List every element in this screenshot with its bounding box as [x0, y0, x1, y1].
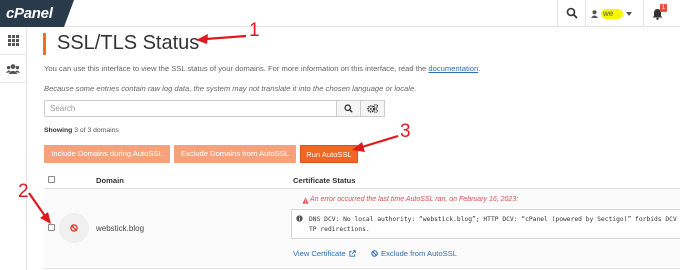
top-bar: cPanel we 1	[0, 0, 680, 27]
cpanel-logo[interactable]: cPanel	[0, 0, 74, 27]
external-link-icon	[349, 250, 356, 257]
certificate-status-column-header[interactable]: Certificate Status	[293, 176, 355, 185]
status-indicator	[59, 213, 89, 243]
showing-count: Showing 3 of 3 domains	[44, 127, 119, 134]
documentation-link[interactable]: documentation	[428, 64, 478, 73]
error-detail-box: DNS DCV: No local authority: “webstick.b…	[291, 209, 680, 239]
table-row: webstick.blog An error occurred the last…	[44, 189, 680, 269]
showing-value: 3 of 3 domains	[74, 127, 119, 134]
notifications-button[interactable]: 1	[652, 4, 667, 20]
page-description: You can use this interface to view the S…	[44, 64, 480, 73]
notification-badge: 1	[660, 4, 667, 12]
showing-label: Showing	[44, 127, 73, 134]
error-detail-text: DNS DCV: No local authority: “webstick.b…	[309, 216, 677, 233]
exclude-from-autossl-link[interactable]: Exclude from AutoSSL	[371, 249, 457, 258]
run-autossl-button[interactable]: Run AutoSSL	[300, 145, 358, 163]
row-checkbox[interactable]	[48, 224, 55, 231]
main-content: SSL/TLS Status You can use this interfac…	[27, 27, 680, 270]
user-menu[interactable]: we	[591, 8, 633, 20]
users-icon	[6, 63, 20, 74]
page-title: SSL/TLS Status	[57, 32, 200, 54]
search-icon[interactable]	[566, 7, 578, 19]
topbar-divider	[643, 0, 644, 27]
search-group	[44, 100, 386, 117]
search-icon	[344, 104, 353, 113]
select-all-checkbox[interactable]	[48, 176, 55, 183]
ban-icon	[70, 224, 78, 232]
title-accent-bar	[43, 33, 46, 55]
grid-icon	[7, 35, 19, 46]
app-root: cPanel we 1 SSL/TLS Status You can use t…	[0, 0, 680, 270]
locale-note: Because some entries contain raw log dat…	[44, 84, 417, 93]
warning-icon	[302, 197, 309, 204]
exclude-from-autossl-label: Exclude from AutoSSL	[381, 249, 457, 258]
info-icon	[296, 215, 303, 222]
domain-name: webstick.blog	[96, 224, 145, 233]
topbar-divider	[585, 0, 586, 27]
ban-icon	[371, 250, 378, 257]
exclude-domains-button[interactable]: Exclude Domains from AutoSSL	[174, 145, 296, 163]
sidebar-item-users[interactable]	[0, 55, 26, 83]
include-domains-button[interactable]: Include Domains during AutoSSL	[44, 145, 170, 163]
search-input[interactable]	[44, 100, 337, 117]
description-text: You can use this interface to view the S…	[44, 64, 427, 73]
user-name: we	[601, 9, 624, 19]
view-certificate-label: View Certificate	[293, 249, 346, 258]
user-icon	[591, 10, 598, 18]
gears-icon	[367, 104, 378, 113]
domain-column-header[interactable]: Domain	[96, 176, 124, 185]
search-button[interactable]	[337, 100, 361, 117]
caret-down-icon	[626, 12, 633, 16]
autossl-error-headline: An error occurred the last time AutoSSL …	[310, 196, 519, 203]
table-header: Domain Certificate Status	[44, 173, 680, 189]
view-certificate-link[interactable]: View Certificate	[293, 249, 356, 258]
sidebar-item-tools[interactable]	[0, 27, 26, 55]
topbar-divider	[557, 0, 558, 27]
search-settings-button[interactable]	[361, 100, 385, 117]
left-sidebar	[0, 27, 27, 270]
description-end: .	[478, 64, 481, 73]
